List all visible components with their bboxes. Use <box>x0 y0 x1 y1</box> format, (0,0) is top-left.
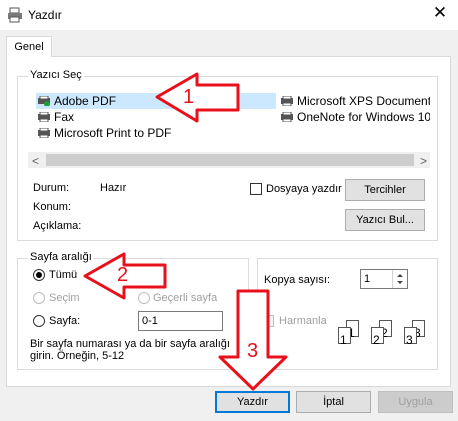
page-range-label: Sayfa aralığı <box>28 251 94 263</box>
printer-item-microsoft-print-to-pdf[interactable]: Microsoft Print to PDF <box>36 125 171 141</box>
all-pages-radio[interactable] <box>33 269 45 281</box>
annotation-number-2: 2 <box>117 264 129 286</box>
print-button[interactable]: Yazdır <box>215 391 290 413</box>
current-page-radio[interactable] <box>138 292 150 304</box>
printer-item-microsoft-xps[interactable]: Microsoft XPS Document <box>279 93 430 109</box>
selection-radio[interactable] <box>33 292 45 304</box>
close-icon[interactable]: ✕ <box>430 3 450 23</box>
printer-item-fax[interactable]: Fax <box>36 109 74 125</box>
annotation-number-3: 3 <box>247 340 259 362</box>
printer-name: Microsoft XPS Document <box>297 94 430 108</box>
pages-radio[interactable] <box>33 315 45 327</box>
find-printer-button[interactable]: Yazıcı Bul... <box>345 209 425 231</box>
printer-default-icon <box>38 96 50 106</box>
printer-icon <box>8 7 22 23</box>
window-title: Yazdır <box>28 8 62 22</box>
copies-stepper[interactable] <box>392 270 406 288</box>
printer-icon <box>281 112 293 122</box>
location-label: Konum: <box>33 201 71 213</box>
copies-label: Kopya sayısı: <box>264 274 331 286</box>
spin-arrows-icon <box>397 274 403 284</box>
printer-icon <box>38 112 50 122</box>
annotation-number-1: 1 <box>183 86 195 108</box>
title-bar <box>0 0 458 30</box>
current-page-label: Geçerli sayfa <box>153 292 218 304</box>
printer-item-onenote[interactable]: OneNote for Windows 10 <box>279 109 430 125</box>
collate-page-icon: 2 <box>371 327 384 347</box>
comment-label: Açıklama: <box>33 220 82 232</box>
collate-label: Harmanla <box>279 315 327 327</box>
page-range-hint: Bir sayfa numarası ya da bir sayfa aralı… <box>30 338 230 362</box>
collate-page-icon: 1 <box>338 327 351 347</box>
printer-item-adobe-pdf[interactable]: Adobe PDF <box>36 93 276 109</box>
print-to-file-checkbox[interactable] <box>250 183 262 195</box>
printer-name: Microsoft Print to PDF <box>54 126 172 140</box>
collate-page-icon: 3 <box>404 327 417 347</box>
status-label: Durum: <box>33 182 70 194</box>
tab-genel[interactable]: Genel <box>6 36 52 57</box>
pages-input[interactable]: 0-1 <box>138 311 223 331</box>
printer-icon <box>281 96 293 106</box>
scroll-right-icon[interactable]: > <box>420 154 427 168</box>
printer-name: Fax <box>54 110 75 124</box>
status-value: Hazır <box>100 182 127 194</box>
cancel-button[interactable]: İptal <box>296 391 371 413</box>
scrollbar-thumb[interactable] <box>46 154 414 166</box>
pages-label: Sayfa: <box>49 315 81 327</box>
printer-icon <box>38 128 50 138</box>
all-pages-label: Tümü <box>49 269 78 281</box>
selection-label: Seçim <box>49 292 80 304</box>
printer-name: Adobe PDF <box>54 94 117 108</box>
preferences-button[interactable]: Tercihler <box>345 179 425 201</box>
printer-name: OneNote for Windows 10 <box>297 110 430 124</box>
print-to-file-label: Dosyaya yazdır <box>266 183 342 195</box>
printer-group-label: Yazıcı Seç <box>28 69 84 81</box>
scroll-left-icon[interactable]: < <box>32 154 39 168</box>
apply-button[interactable]: Uygula <box>378 391 453 413</box>
collate-checkbox[interactable] <box>262 315 274 327</box>
